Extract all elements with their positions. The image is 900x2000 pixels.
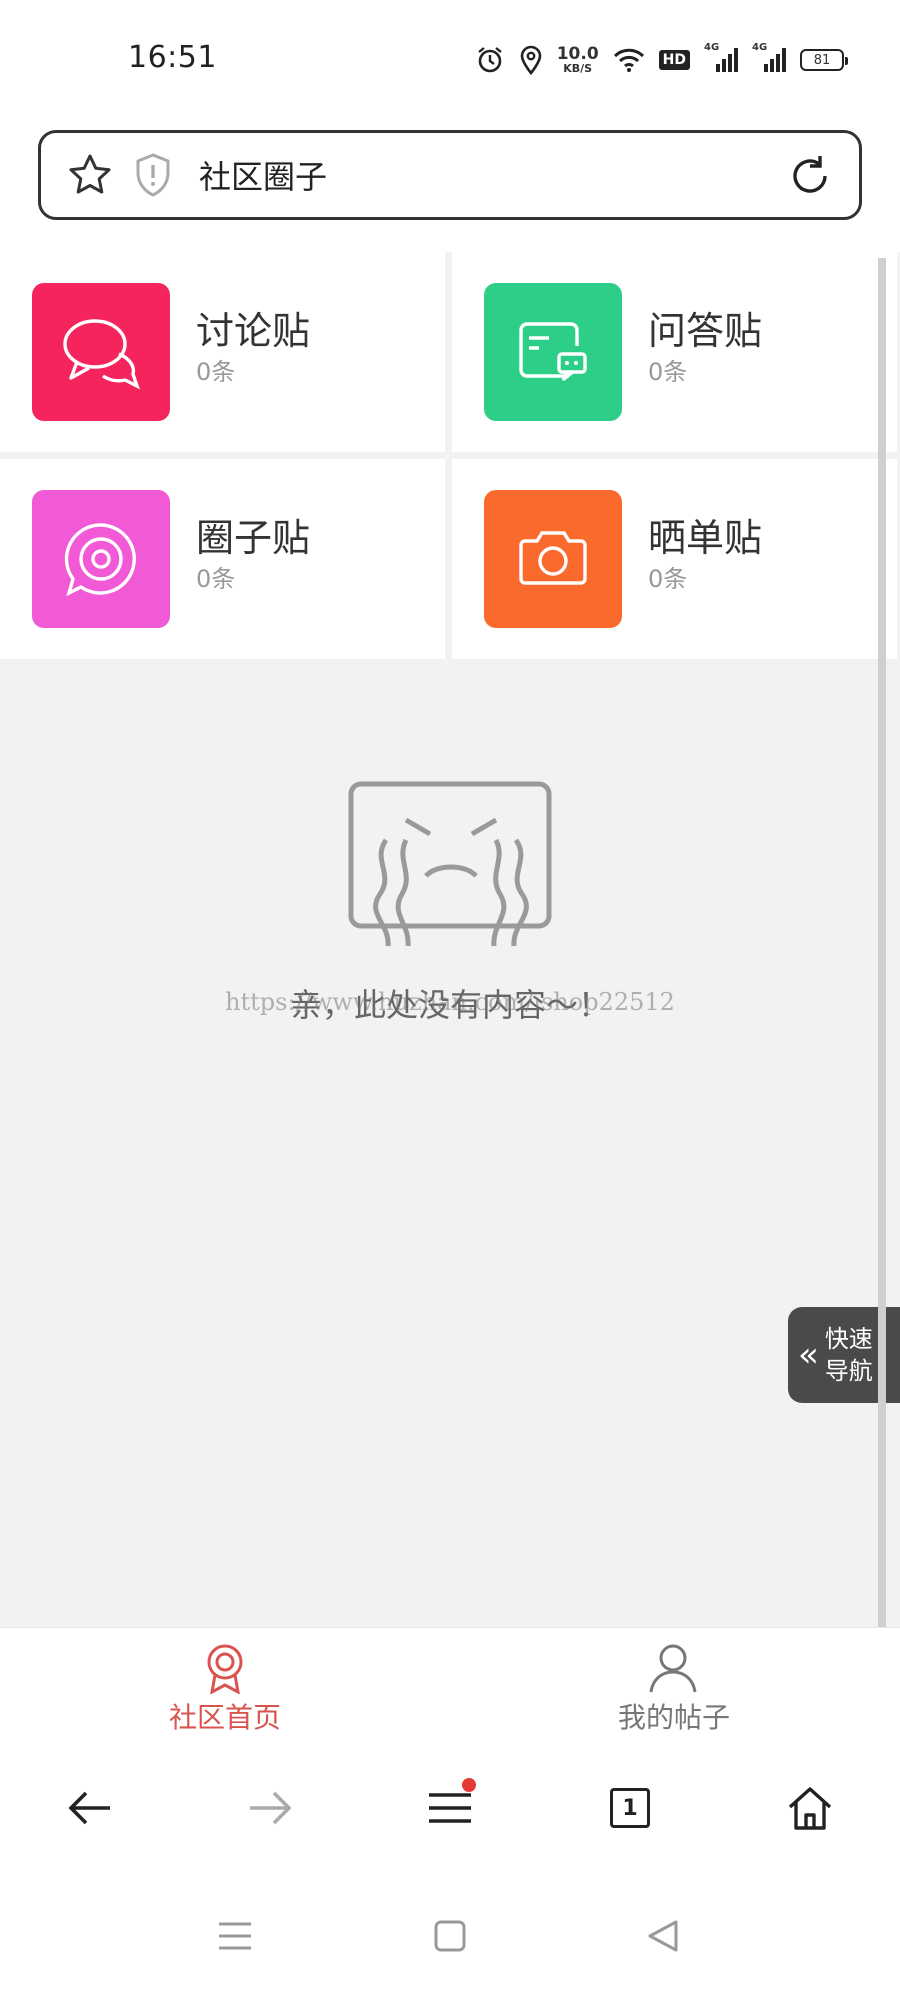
wifi-icon — [613, 47, 645, 73]
category-name: 晒单贴 — [648, 516, 763, 560]
circle-target-icon — [32, 490, 170, 628]
badge-icon — [207, 1644, 243, 1694]
home-icon — [788, 1787, 832, 1830]
home-square-icon[interactable] — [428, 1914, 472, 1958]
tab-label: 社区首页 — [168, 1701, 281, 1734]
notification-dot — [462, 1778, 476, 1792]
menu-button[interactable] — [422, 1778, 478, 1834]
location-icon — [519, 45, 543, 75]
status-bar: 16:51 10.0 KB/S HD 4G 4G 81 — [0, 0, 900, 118]
battery-icon: 81 — [800, 49, 848, 71]
alarm-icon — [475, 45, 505, 75]
category-count: 0条 — [648, 565, 688, 593]
content-area: 亲，此处没有内容～！ https://www.huzhan.com/ishop2… — [0, 662, 900, 1627]
tabs-icon: 1 — [610, 1788, 650, 1828]
forward-button[interactable] — [242, 1782, 298, 1834]
category-name: 问答贴 — [648, 309, 763, 353]
star-icon[interactable] — [67, 152, 113, 198]
crying-face-icon — [348, 781, 552, 947]
category-count: 0条 — [196, 565, 236, 593]
category-count: 0条 — [196, 358, 236, 386]
double-chevron-left-icon: « — [798, 1335, 819, 1375]
chat-bubbles-icon — [32, 283, 170, 421]
category-name: 讨论贴 — [196, 309, 311, 353]
app-tabbar: 社区首页 我的帖子 — [0, 1627, 900, 1740]
recents-icon[interactable] — [213, 1914, 257, 1958]
net-speed-unit: KB/S — [563, 62, 593, 75]
category-grid: 讨论贴 0条 问答贴 0条 圈子贴 0条 晒单贴 0条 — [0, 252, 900, 662]
system-nav — [0, 1876, 900, 2000]
net-speed-value: 10.0 — [556, 44, 599, 64]
tabs-button[interactable]: 1 — [602, 1782, 658, 1834]
category-count: 0条 — [648, 358, 688, 386]
watermark: https://www.huzhan.com/ishop22512 — [225, 988, 675, 1016]
category-qa[interactable]: 问答贴 0条 — [452, 252, 897, 452]
user-icon — [649, 1644, 697, 1693]
tab-count: 1 — [622, 1795, 638, 1821]
address-title[interactable]: 社区圈子 — [199, 152, 327, 198]
camera-icon — [484, 490, 622, 628]
quick-nav-line1: 快速 — [824, 1325, 873, 1353]
status-icons: 10.0 KB/S HD 4G 4G 81 — [475, 42, 848, 78]
back-arrow-icon — [68, 1791, 110, 1825]
shield-icon[interactable] — [133, 152, 173, 198]
category-circle[interactable]: 圈子贴 0条 — [0, 459, 445, 659]
home-button[interactable] — [782, 1782, 838, 1834]
address-bar[interactable]: 社区圈子 — [38, 130, 862, 220]
category-showcase[interactable]: 晒单贴 0条 — [452, 459, 897, 659]
signal-icon-2: 4G — [752, 42, 786, 72]
quick-nav-line2: 导航 — [824, 1357, 873, 1385]
category-discussion[interactable]: 讨论贴 0条 — [0, 252, 445, 452]
forward-arrow-icon — [250, 1791, 292, 1825]
network-type-1: 4G — [704, 42, 720, 53]
tab-community-home[interactable]: 社区首页 — [0, 1628, 450, 1741]
menu-icon — [429, 1793, 471, 1823]
category-name: 圈子贴 — [196, 516, 311, 560]
network-type-2: 4G — [752, 42, 768, 53]
tab-my-posts[interactable]: 我的帖子 — [450, 1628, 900, 1741]
back-triangle-icon[interactable] — [642, 1914, 686, 1958]
tab-label: 我的帖子 — [617, 1701, 730, 1734]
qa-card-icon — [484, 283, 622, 421]
back-button[interactable] — [62, 1782, 118, 1834]
scrollbar[interactable] — [878, 258, 886, 1738]
status-time: 16:51 — [128, 40, 217, 75]
net-speed: 10.0 KB/S — [556, 44, 599, 75]
reload-icon[interactable] — [787, 153, 833, 199]
browser-nav: 1 — [0, 1740, 900, 1876]
signal-icon: 4G — [704, 42, 738, 72]
hd-badge: HD — [658, 50, 690, 70]
